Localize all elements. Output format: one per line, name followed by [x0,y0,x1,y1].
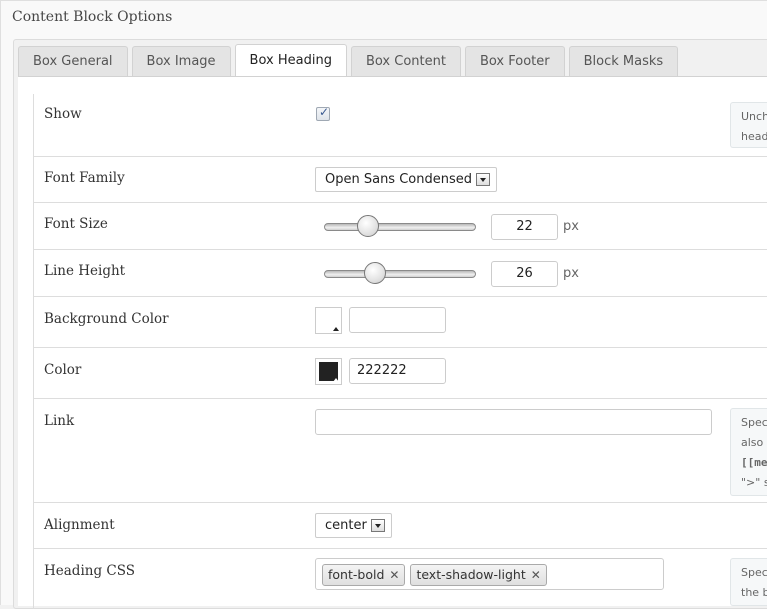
background-color-label: Background Color [44,311,169,327]
tab-box-general[interactable]: Box General [18,46,128,76]
css-tag: font-bold ✕ [322,564,406,586]
tab-bar: Box General Box Image Box Heading Box Co… [18,44,679,76]
tabs-container: Box General Box Image Box Heading Box Co… [13,39,767,609]
font-family-select[interactable]: Open Sans Condensed [315,167,497,192]
caret-icon [333,378,339,382]
color-swatch[interactable] [315,358,342,385]
line-height-slider[interactable] [324,262,476,284]
row-font-size: Font Size 22 px [34,203,767,250]
tab-box-image[interactable]: Box Image [131,46,231,76]
close-icon[interactable]: ✕ [531,565,541,585]
font-size-slider-handle[interactable] [356,215,379,237]
heading-css-hint: Spec the b [730,558,767,606]
options-table: Show ✓ Unch head Font Family Open Sans C… [33,94,767,609]
hint-line: Unch [741,110,767,123]
heading-css-label: Heading CSS [44,563,135,579]
hint-line: [[me [741,456,767,469]
font-size-unit: px [563,219,579,234]
line-height-input[interactable]: 26 [491,261,558,287]
tag-label: font-bold [328,567,385,582]
chevron-down-icon [476,173,490,186]
line-height-slider-handle[interactable] [364,262,387,284]
line-height-label: Line Height [44,263,126,279]
show-checkbox[interactable]: ✓ [316,105,330,121]
chevron-down-icon [370,519,385,532]
show-hint: Unch head [730,102,767,148]
font-size-label: Font Size [44,216,108,232]
font-family-value: Open Sans Condensed [325,172,472,187]
caret-icon [333,327,339,331]
row-show: Show ✓ Unch head [34,94,767,157]
row-heading-css: Heading CSS font-bold ✕ text-shadow-ligh… [34,549,767,609]
hint-line: Spec [741,566,767,579]
row-link: Link Spec also [[me ">" s [34,399,767,503]
tag-label: text-shadow-light [416,567,526,582]
hint-line: the b [741,586,767,599]
hint-line: Spec [741,416,767,429]
row-background-color: Background Color [34,297,767,348]
font-size-slider[interactable] [324,215,476,237]
checkmark-icon: ✓ [319,105,330,119]
panel-title: Content Block Options [12,9,173,25]
row-alignment: Alignment center [34,503,767,549]
hint-line: head [741,130,767,143]
color-input[interactable]: 222222 [349,358,446,384]
font-family-label: Font Family [44,170,125,186]
alignment-label: Alignment [44,517,115,533]
close-icon[interactable]: ✕ [389,565,399,585]
hint-line: ">" s [741,476,767,489]
tab-content: Show ✓ Unch head Font Family Open Sans C… [18,76,767,609]
tab-box-footer[interactable]: Box Footer [464,46,565,76]
tab-box-heading[interactable]: Box Heading [234,44,347,76]
alignment-value: center [325,518,367,533]
link-input[interactable] [315,409,712,435]
hint-line: also [741,436,764,449]
show-label: Show [44,106,82,122]
row-font-family: Font Family Open Sans Condensed [34,157,767,203]
css-tag: text-shadow-light ✕ [410,564,547,586]
font-size-input[interactable]: 22 [491,214,558,240]
link-label: Link [44,413,75,429]
line-height-unit: px [563,266,579,281]
row-color: Color 222222 [34,348,767,399]
alignment-select[interactable]: center [315,513,392,538]
color-label: Color [44,362,82,378]
link-hint: Spec also [[me ">" s [730,408,767,496]
row-line-height: Line Height 26 px [34,250,767,297]
tab-box-content[interactable]: Box Content [350,46,461,76]
tab-block-masks[interactable]: Block Masks [568,46,679,76]
heading-css-tags-input[interactable]: font-bold ✕ text-shadow-light ✕ [315,558,664,590]
content-block-options-panel: Content Block Options Box General Box Im… [0,0,767,609]
background-color-swatch[interactable] [315,307,342,334]
background-color-input[interactable] [349,307,446,333]
